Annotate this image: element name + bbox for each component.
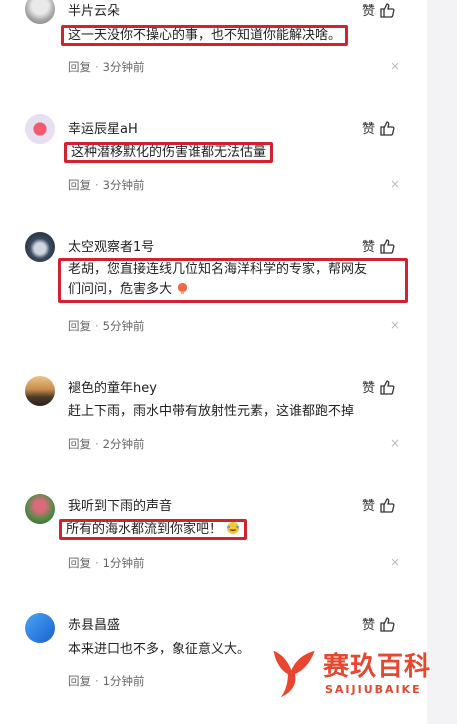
username[interactable]: 幸运辰星aH bbox=[68, 118, 138, 137]
like-label: 赞 bbox=[362, 381, 376, 396]
emoji-icon bbox=[178, 282, 188, 295]
meta-dot: · bbox=[95, 437, 99, 451]
comment-time: 1分钟前 bbox=[102, 556, 145, 570]
username[interactable]: 太空观察者1号 bbox=[68, 236, 154, 255]
comment-meta: 回复 · 1分钟前 bbox=[68, 673, 144, 689]
meta-dot: · bbox=[95, 674, 99, 688]
like-label: 赞 bbox=[362, 618, 376, 633]
comment-text: 这种潜移默化的伤害谁都无法估量 bbox=[64, 142, 274, 164]
comment-meta: 回复 · 1分钟前 bbox=[68, 555, 144, 571]
comment-text-line2: 们问问，危害多大 bbox=[68, 279, 189, 301]
meta-dot: · bbox=[95, 556, 99, 570]
side-scroll-strip bbox=[427, 0, 457, 724]
meta-dot: · bbox=[95, 178, 99, 192]
thumbs-up-icon bbox=[380, 120, 395, 136]
comment-text: 赶上下雨，雨水中带有放射性元素，这谁都跑不掉 bbox=[68, 404, 355, 419]
like-label: 赞 bbox=[362, 499, 376, 514]
reply-button[interactable]: 回复 bbox=[68, 178, 91, 192]
watermark-logo: 赛玖百科 SAIJIUBAIKE bbox=[268, 640, 432, 710]
comment-time: 3分钟前 bbox=[102, 60, 145, 74]
reply-button[interactable]: 回复 bbox=[68, 556, 91, 570]
comment-time: 1分钟前 bbox=[102, 674, 145, 688]
avatar[interactable] bbox=[25, 494, 55, 524]
reply-button[interactable]: 回复 bbox=[68, 674, 91, 688]
reply-button[interactable]: 回复 bbox=[68, 437, 91, 451]
username[interactable]: 半片云朵 bbox=[68, 0, 120, 19]
comment-time: 3分钟前 bbox=[102, 178, 145, 192]
reply-button[interactable]: 回复 bbox=[68, 60, 91, 74]
close-icon[interactable]: × bbox=[390, 318, 400, 332]
like-label: 赞 bbox=[362, 122, 376, 137]
like-button[interactable]: 赞 bbox=[362, 495, 395, 514]
avatar[interactable] bbox=[25, 376, 55, 406]
highlight-box: 这种潜移默化的伤害谁都无法估量 bbox=[64, 142, 274, 163]
whale-tail-icon bbox=[273, 650, 315, 698]
comment-meta: 回复 · 3分钟前 bbox=[68, 177, 144, 193]
close-icon[interactable]: × bbox=[390, 177, 400, 191]
comment-text-line: 老胡，您直接连线几位知名海洋科学的专家，帮网友 bbox=[68, 262, 368, 277]
like-button[interactable]: 赞 bbox=[362, 0, 395, 19]
like-button[interactable]: 赞 bbox=[362, 377, 395, 396]
thumbs-up-icon bbox=[380, 379, 395, 395]
highlight-box: 所有的海水都流到你家吧！ bbox=[59, 519, 248, 540]
thumbs-up-icon bbox=[380, 238, 395, 254]
comment-text: 本来进口也不多，象征意义大。 bbox=[68, 642, 251, 657]
avatar[interactable] bbox=[25, 613, 55, 643]
like-button[interactable]: 赞 bbox=[362, 614, 395, 633]
highlight-box: 这一天没你不操心的事，也不知道你能解决啥。 bbox=[61, 25, 349, 46]
meta-dot: · bbox=[95, 60, 99, 74]
watermark-sub: SAIJIUBAIKE bbox=[325, 683, 422, 696]
comment-text: 所有的海水都流到你家吧！ bbox=[59, 519, 248, 541]
comment-meta: 回复 · 5分钟前 bbox=[68, 318, 144, 334]
comment-time: 5分钟前 bbox=[102, 319, 145, 333]
thumbs-up-icon bbox=[380, 497, 395, 513]
comment-time: 2分钟前 bbox=[102, 437, 145, 451]
comment-text-line: 们问问，危害多大 bbox=[68, 282, 173, 297]
meta-dot: · bbox=[95, 319, 99, 333]
reply-button[interactable]: 回复 bbox=[68, 319, 91, 333]
laughing-emoji-icon bbox=[227, 522, 240, 534]
close-icon[interactable]: × bbox=[390, 59, 400, 73]
comment-text: 这一天没你不操心的事，也不知道你能解决啥。 bbox=[61, 25, 349, 47]
thumbs-up-icon bbox=[380, 616, 395, 632]
like-button[interactable]: 赞 bbox=[362, 236, 395, 255]
avatar[interactable] bbox=[25, 232, 55, 262]
watermark-name: 赛玖百科 bbox=[323, 652, 432, 682]
avatar[interactable] bbox=[25, 114, 55, 144]
close-icon[interactable]: × bbox=[390, 436, 400, 450]
username[interactable]: 赤县昌盛 bbox=[68, 614, 120, 633]
avatar[interactable] bbox=[25, 0, 55, 24]
like-button[interactable]: 赞 bbox=[362, 118, 395, 137]
like-label: 赞 bbox=[362, 4, 376, 19]
like-label: 赞 bbox=[362, 240, 376, 255]
comment-meta: 回复 · 2分钟前 bbox=[68, 436, 144, 452]
username[interactable]: 褪色的童年hey bbox=[68, 377, 157, 396]
username[interactable]: 我听到下雨的声音 bbox=[68, 495, 172, 514]
comment-text-content: 所有的海水都流到你家吧！ bbox=[66, 522, 223, 537]
comment-meta: 回复 · 3分钟前 bbox=[68, 59, 144, 75]
close-icon[interactable]: × bbox=[390, 555, 400, 569]
thumbs-up-icon bbox=[380, 2, 395, 18]
